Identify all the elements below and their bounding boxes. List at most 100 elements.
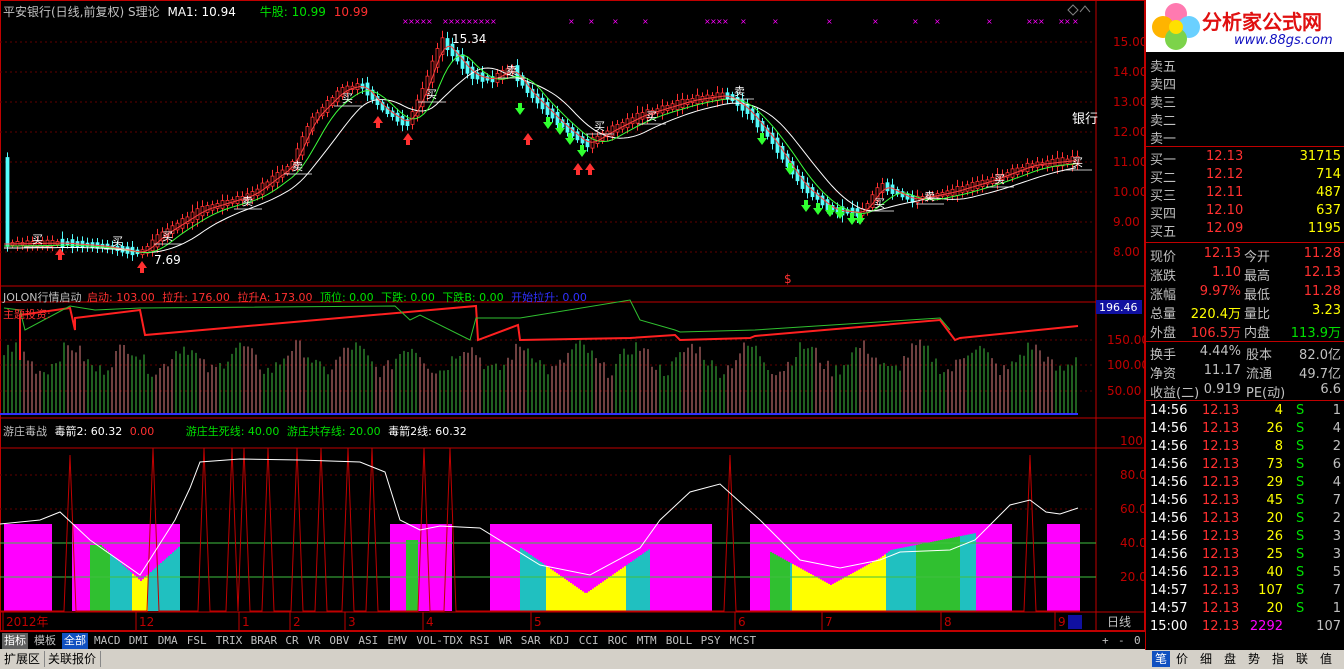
tick-count: 4 — [1332, 421, 1341, 436]
tick-side: S — [1296, 475, 1305, 490]
ind2-fill — [858, 569, 860, 611]
tab-dma[interactable]: DMA — [156, 633, 180, 649]
tab-related-quote[interactable]: 关联报价 — [44, 651, 102, 667]
tick-price: 12.13 — [1202, 493, 1240, 508]
high-price-label: 15.34 — [452, 32, 486, 46]
tab-control-1[interactable]: - — [1116, 633, 1127, 649]
period-label[interactable]: 日线 — [1107, 615, 1131, 629]
ind2-fill — [586, 592, 588, 611]
tick-volume: 29 — [1266, 475, 1283, 490]
fund-row: 净资 11.17 流通 49.7亿 — [1146, 362, 1344, 382]
side-tab-5[interactable]: 指 — [1272, 651, 1284, 667]
x-mark-icon: × — [1072, 17, 1079, 26]
buy-row: 买五 12.09 1195 — [1146, 220, 1344, 240]
stat-row: 涨幅 9.97% 最低 11.28 — [1146, 283, 1344, 303]
tab-mcst[interactable]: MCST — [728, 633, 759, 649]
candle-body — [545, 102, 550, 115]
ind2-fill — [638, 556, 640, 611]
ind2-fill — [416, 540, 418, 611]
ind1-bars — [0, 339, 1078, 415]
ind2-fill — [600, 583, 602, 611]
side-tab-3[interactable]: 盘 — [1224, 651, 1236, 667]
ind2-fill — [828, 583, 830, 611]
ind2-fill — [908, 546, 910, 611]
tick-volume: 20 — [1266, 601, 1283, 616]
tab-asi[interactable]: ASI — [356, 633, 380, 649]
tab-dmi[interactable]: DMI — [127, 633, 151, 649]
ind2-fill — [636, 557, 638, 611]
tab-cr[interactable]: CR — [283, 633, 300, 649]
y-tick-label: 40.00 — [1120, 536, 1145, 550]
ind2-fill — [546, 566, 548, 611]
ind2-fill — [406, 540, 408, 611]
tab-fsl[interactable]: FSL — [185, 633, 209, 649]
stat-row: 现价 12.13 今开 11.28 — [1146, 245, 1344, 265]
tab-sar[interactable]: SAR — [519, 633, 543, 649]
y-tick-label: 10.00 — [1113, 185, 1145, 199]
ind2-fill — [170, 554, 172, 611]
y-tick-label: 15.00 — [1113, 35, 1145, 49]
ind2-fill — [622, 567, 624, 611]
fund-row: 换手 4.44% 股本 82.0亿 — [1146, 343, 1344, 363]
tab-全部[interactable]: 全部 — [62, 633, 88, 649]
side-tab-6[interactable]: 联 — [1296, 651, 1308, 667]
side-tab-0[interactable]: 笔 — [1152, 651, 1171, 667]
tab-emv[interactable]: EMV — [385, 633, 409, 649]
tab-trix[interactable]: TRIX — [214, 633, 245, 649]
tick-time: 14:56 — [1150, 439, 1188, 454]
chart-area[interactable]: 买买买卖卖买 买卖买买卖买卖买买 × × × × × × × × × × × × × × × × × × × × × × × ×… — [0, 0, 1145, 631]
buy-volume: 637 — [1316, 203, 1341, 218]
tab-psy[interactable]: PSY — [699, 633, 723, 649]
candle-body — [180, 218, 185, 229]
tick-side: S — [1296, 565, 1305, 580]
ind2-fill — [550, 569, 552, 611]
x-mark-icon: × — [912, 17, 919, 26]
stat-value: 9.97% — [1199, 284, 1241, 299]
ind1-theme: 主题投资: — [3, 308, 51, 321]
ind2-fill — [104, 548, 106, 611]
sell-signal: 卖 — [734, 85, 745, 98]
side-tab-7[interactable]: 值 — [1320, 651, 1332, 667]
tab-macd[interactable]: MACD — [92, 633, 123, 649]
up-arrow-icon — [573, 163, 583, 175]
tab-brar[interactable]: BRAR — [249, 633, 280, 649]
tab-obv[interactable]: OBV — [327, 633, 351, 649]
tab-kdj[interactable]: KDJ — [548, 633, 572, 649]
stat-row: 外盘 106.5万 内盘 113.9万 — [1146, 321, 1344, 341]
tab-vr[interactable]: VR — [305, 633, 322, 649]
stat-value-2: 12.13 — [1303, 265, 1341, 280]
tick-row: 14:56 12.13 20 S 2 — [1146, 510, 1344, 528]
tab-cci[interactable]: CCI — [577, 633, 601, 649]
tab-模板[interactable]: 模板 — [32, 633, 58, 649]
tab-wr[interactable]: WR — [497, 633, 514, 649]
side-tab-4[interactable]: 势 — [1248, 651, 1260, 667]
scroll-indicator[interactable] — [1068, 615, 1082, 629]
ind2-fill — [548, 567, 550, 611]
tab-control-0[interactable]: + — [1100, 633, 1111, 649]
ind2-fill — [526, 552, 528, 611]
side-tab-2[interactable]: 细 — [1200, 651, 1212, 667]
tab-roc[interactable]: ROC — [606, 633, 630, 649]
ind2-fill — [866, 565, 868, 611]
tick-row: 14:57 12.13 20 S 1 — [1146, 600, 1344, 618]
tab-extension[interactable]: 扩展区 — [0, 651, 46, 667]
tab-vol-tdx[interactable]: VOL-TDX — [414, 633, 464, 649]
ind2-fill — [522, 549, 524, 611]
ind2-fill — [576, 587, 578, 611]
ind2-fill — [848, 575, 850, 611]
ind2-fill — [796, 566, 798, 611]
ind2-fill — [842, 578, 844, 611]
tab-control-2[interactable]: 0 — [1132, 633, 1143, 649]
tab-指标[interactable]: 指标 — [2, 633, 28, 649]
tab-rsi[interactable]: RSI — [468, 633, 492, 649]
down-arrow-icon — [577, 145, 587, 157]
tick-volume: 40 — [1266, 565, 1283, 580]
candle-body — [5, 157, 10, 247]
ind2-fill — [648, 549, 650, 611]
x-mark-icon: × — [986, 17, 993, 26]
tab-boll[interactable]: BOLL — [664, 633, 695, 649]
tab-mtm[interactable]: MTM — [635, 633, 659, 649]
side-tab-1[interactable]: 价 — [1176, 651, 1188, 667]
ind2-fill — [520, 548, 522, 611]
ind2-fill — [788, 561, 790, 611]
